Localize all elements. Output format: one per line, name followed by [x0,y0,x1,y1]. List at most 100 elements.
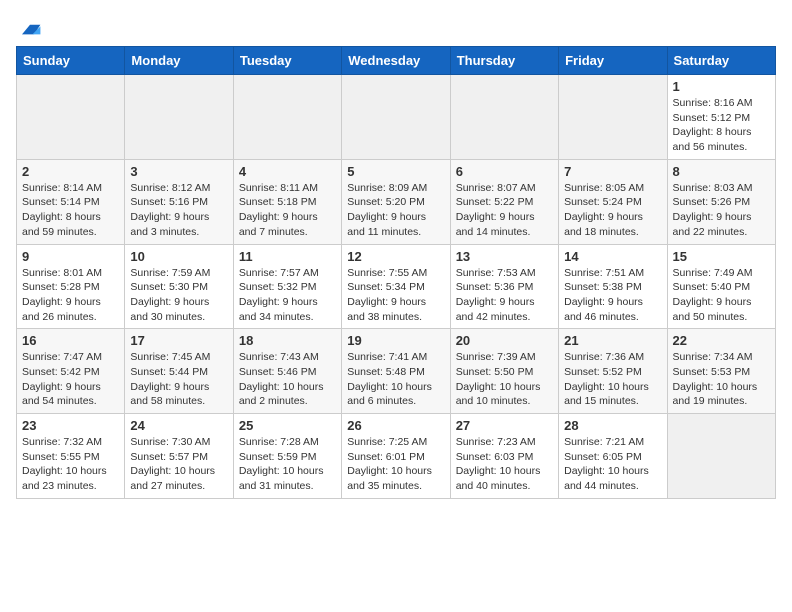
day-info: Sunrise: 7:32 AM Sunset: 5:55 PM Dayligh… [22,435,119,494]
calendar-cell: 18 Sunrise: 7:43 AM Sunset: 5:46 PM Dayli… [233,329,341,414]
calendar-cell [342,75,450,160]
calendar: SundayMondayTuesdayWednesdayThursdayFrid… [16,46,776,499]
day-number: 5 [347,164,444,179]
day-info: Sunrise: 7:53 AM Sunset: 5:36 PM Dayligh… [456,266,553,325]
day-info: Sunrise: 7:45 AM Sunset: 5:44 PM Dayligh… [130,350,227,409]
week-row-5: 23 Sunrise: 7:32 AM Sunset: 5:55 PM Dayli… [17,414,776,499]
calendar-cell: 4Sunrise: 8:11 AM Sunset: 5:18 PM Daylig… [233,159,341,244]
day-info: Sunrise: 7:21 AM Sunset: 6:05 PM Dayligh… [564,435,661,494]
calendar-cell [559,75,667,160]
day-number: 28 [564,418,661,433]
calendar-cell: 23 Sunrise: 7:32 AM Sunset: 5:55 PM Dayli… [17,414,125,499]
day-info: Sunrise: 7:57 AM Sunset: 5:32 PM Dayligh… [239,266,336,325]
day-info: Sunrise: 7:28 AM Sunset: 5:59 PM Dayligh… [239,435,336,494]
day-number: 20 [456,333,553,348]
calendar-cell: 17 Sunrise: 7:45 AM Sunset: 5:44 PM Dayli… [125,329,233,414]
day-info: Sunrise: 8:05 AM Sunset: 5:24 PM Dayligh… [564,181,661,240]
day-info: Sunrise: 8:16 AM Sunset: 5:12 PM Dayligh… [673,96,770,155]
calendar-cell [125,75,233,160]
weekday-header-monday: Monday [125,47,233,75]
day-number: 2 [22,164,119,179]
day-info: Sunrise: 8:03 AM Sunset: 5:26 PM Dayligh… [673,181,770,240]
logo [16,16,42,34]
calendar-cell [233,75,341,160]
weekday-header-saturday: Saturday [667,47,775,75]
calendar-cell: 8 Sunrise: 8:03 AM Sunset: 5:26 PM Daylig… [667,159,775,244]
day-number: 9 [22,249,119,264]
day-number: 6 [456,164,553,179]
day-number: 18 [239,333,336,348]
weekday-header-thursday: Thursday [450,47,558,75]
calendar-cell: 28 Sunrise: 7:21 AM Sunset: 6:05 PM Dayli… [559,414,667,499]
calendar-cell: 27 Sunrise: 7:23 AM Sunset: 6:03 PM Dayli… [450,414,558,499]
day-info: Sunrise: 7:39 AM Sunset: 5:50 PM Dayligh… [456,350,553,409]
day-info: Sunrise: 7:43 AM Sunset: 5:46 PM Dayligh… [239,350,336,409]
day-number: 27 [456,418,553,433]
weekday-header-sunday: Sunday [17,47,125,75]
calendar-cell [17,75,125,160]
day-number: 15 [673,249,770,264]
calendar-cell: 14 Sunrise: 7:51 AM Sunset: 5:38 PM Dayli… [559,244,667,329]
day-number: 12 [347,249,444,264]
calendar-cell [450,75,558,160]
day-info: Sunrise: 7:49 AM Sunset: 5:40 PM Dayligh… [673,266,770,325]
day-info: Sunrise: 7:25 AM Sunset: 6:01 PM Dayligh… [347,435,444,494]
calendar-cell: 2 Sunrise: 8:14 AM Sunset: 5:14 PM Daylig… [17,159,125,244]
day-number: 26 [347,418,444,433]
day-info: Sunrise: 8:11 AM Sunset: 5:18 PM Dayligh… [239,181,336,240]
day-number: 19 [347,333,444,348]
calendar-cell: 10 Sunrise: 7:59 AM Sunset: 5:30 PM Dayli… [125,244,233,329]
day-info: Sunrise: 7:55 AM Sunset: 5:34 PM Dayligh… [347,266,444,325]
calendar-cell: 22 Sunrise: 7:34 AM Sunset: 5:53 PM Dayli… [667,329,775,414]
calendar-cell: 9 Sunrise: 8:01 AM Sunset: 5:28 PM Daylig… [17,244,125,329]
calendar-cell: 7 Sunrise: 8:05 AM Sunset: 5:24 PM Daylig… [559,159,667,244]
week-row-4: 16 Sunrise: 7:47 AM Sunset: 5:42 PM Dayli… [17,329,776,414]
calendar-cell: 16 Sunrise: 7:47 AM Sunset: 5:42 PM Dayli… [17,329,125,414]
calendar-cell: 25 Sunrise: 7:28 AM Sunset: 5:59 PM Dayli… [233,414,341,499]
day-info: Sunrise: 7:23 AM Sunset: 6:03 PM Dayligh… [456,435,553,494]
weekday-header-friday: Friday [559,47,667,75]
day-info: Sunrise: 7:59 AM Sunset: 5:30 PM Dayligh… [130,266,227,325]
day-info: Sunrise: 8:12 AM Sunset: 5:16 PM Dayligh… [130,181,227,240]
week-row-3: 9 Sunrise: 8:01 AM Sunset: 5:28 PM Daylig… [17,244,776,329]
day-number: 21 [564,333,661,348]
day-info: Sunrise: 8:14 AM Sunset: 5:14 PM Dayligh… [22,181,119,240]
day-info: Sunrise: 7:51 AM Sunset: 5:38 PM Dayligh… [564,266,661,325]
calendar-cell: 3 Sunrise: 8:12 AM Sunset: 5:16 PM Daylig… [125,159,233,244]
day-number: 10 [130,249,227,264]
day-number: 25 [239,418,336,433]
day-number: 8 [673,164,770,179]
day-number: 14 [564,249,661,264]
week-row-1: 1 Sunrise: 8:16 AM Sunset: 5:12 PM Daylig… [17,75,776,160]
calendar-cell: 11Sunrise: 7:57 AM Sunset: 5:32 PM Dayli… [233,244,341,329]
day-number: 7 [564,164,661,179]
day-info: Sunrise: 7:41 AM Sunset: 5:48 PM Dayligh… [347,350,444,409]
day-info: Sunrise: 7:47 AM Sunset: 5:42 PM Dayligh… [22,350,119,409]
weekday-header-tuesday: Tuesday [233,47,341,75]
calendar-cell: 21 Sunrise: 7:36 AM Sunset: 5:52 PM Dayli… [559,329,667,414]
weekday-header-row: SundayMondayTuesdayWednesdayThursdayFrid… [17,47,776,75]
calendar-cell: 5 Sunrise: 8:09 AM Sunset: 5:20 PM Daylig… [342,159,450,244]
week-row-2: 2 Sunrise: 8:14 AM Sunset: 5:14 PM Daylig… [17,159,776,244]
day-number: 1 [673,79,770,94]
day-info: Sunrise: 7:34 AM Sunset: 5:53 PM Dayligh… [673,350,770,409]
logo-icon [18,16,42,40]
day-number: 23 [22,418,119,433]
calendar-cell: 26 Sunrise: 7:25 AM Sunset: 6:01 PM Dayli… [342,414,450,499]
calendar-cell: 24 Sunrise: 7:30 AM Sunset: 5:57 PM Dayli… [125,414,233,499]
weekday-header-wednesday: Wednesday [342,47,450,75]
day-number: 24 [130,418,227,433]
day-info: Sunrise: 8:09 AM Sunset: 5:20 PM Dayligh… [347,181,444,240]
day-number: 16 [22,333,119,348]
calendar-cell [667,414,775,499]
day-number: 3 [130,164,227,179]
day-number: 22 [673,333,770,348]
day-info: Sunrise: 7:36 AM Sunset: 5:52 PM Dayligh… [564,350,661,409]
calendar-cell: 12 Sunrise: 7:55 AM Sunset: 5:34 PM Dayli… [342,244,450,329]
day-number: 17 [130,333,227,348]
header [16,16,776,34]
calendar-cell: 1 Sunrise: 8:16 AM Sunset: 5:12 PM Daylig… [667,75,775,160]
calendar-cell: 6Sunrise: 8:07 AM Sunset: 5:22 PM Daylig… [450,159,558,244]
day-info: Sunrise: 7:30 AM Sunset: 5:57 PM Dayligh… [130,435,227,494]
day-info: Sunrise: 8:01 AM Sunset: 5:28 PM Dayligh… [22,266,119,325]
